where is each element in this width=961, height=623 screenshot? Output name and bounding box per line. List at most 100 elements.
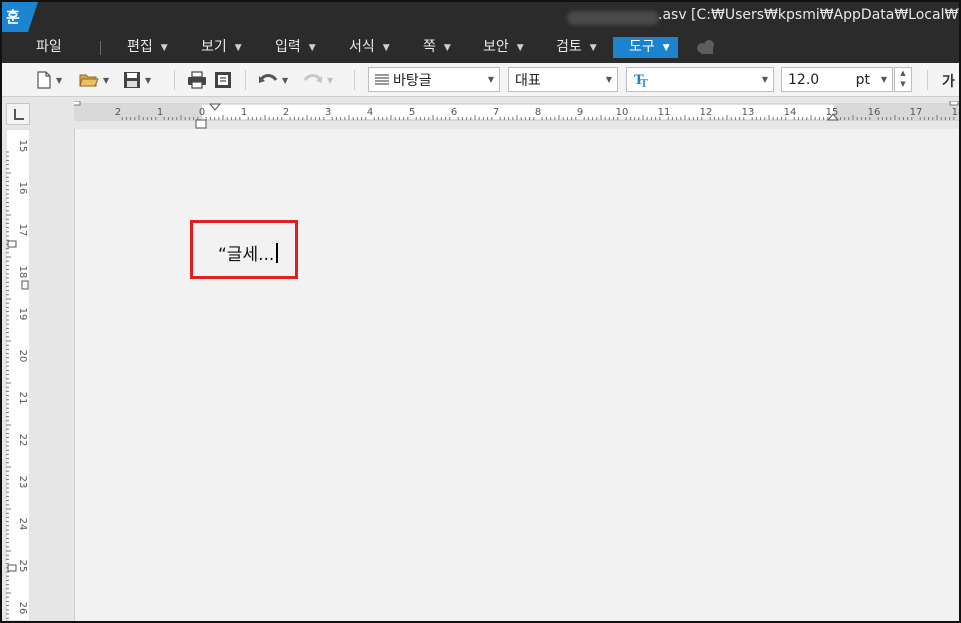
menu-edit-label: 편집: [127, 39, 153, 55]
ruler-label: 16: [868, 107, 881, 118]
chevron-down-icon: ▼: [160, 43, 168, 53]
toolbar-separator: [245, 70, 246, 90]
undo-button[interactable]: ▼: [258, 68, 288, 92]
menu-page-label: 쪽: [423, 39, 436, 55]
title-bar: 훈 .asv [C:₩Users₩kpsmi₩AppData₩Local₩T: [2, 2, 959, 32]
menu-file[interactable]: 파일: [36, 32, 62, 63]
paragraph-style-select[interactable]: 바탕글 ▼: [368, 67, 500, 92]
menu-file-label: 파일: [36, 39, 62, 55]
right-margin-marker[interactable]: [949, 101, 959, 106]
menu-review[interactable]: 검토 ▼: [556, 32, 597, 63]
svg-text:T: T: [640, 77, 649, 88]
chevron-down-icon: ▼: [56, 75, 63, 85]
chevron-down-icon: ▼: [443, 43, 451, 53]
menu-format[interactable]: 서식 ▼: [349, 32, 390, 63]
ruler-label: 11: [658, 107, 671, 118]
ruler-label: 4: [367, 107, 373, 118]
open-document-button[interactable]: ▼: [79, 68, 109, 92]
menu-edit[interactable]: 편집 ▼: [127, 32, 168, 63]
ruler-label: 8: [535, 107, 541, 118]
document-page[interactable]: [74, 129, 959, 621]
print-button[interactable]: [187, 68, 207, 92]
ruler-label: 21: [17, 392, 28, 405]
redo-icon: [303, 74, 322, 83]
ruler-label: 23: [17, 476, 28, 489]
font-size-unit: pt: [855, 71, 870, 88]
printer-icon: [188, 71, 206, 89]
font-language-value: 대표: [515, 72, 541, 89]
menu-page[interactable]: 쪽 ▼: [423, 32, 451, 63]
vertical-marker[interactable]: [21, 280, 29, 290]
vertical-ruler[interactable]: 15 16 17 18 19 20 21 22 23 24 25 26: [6, 129, 30, 621]
chevron-down-icon: ▼: [327, 75, 334, 85]
new-document-icon: [37, 71, 51, 89]
menu-insert[interactable]: 입력 ▼: [275, 32, 316, 63]
truetype-font-icon: T T: [634, 73, 649, 88]
font-size-stepper[interactable]: ▲ ▼: [894, 67, 912, 92]
ruler-label: 12: [700, 107, 713, 118]
menu-tools[interactable]: 도구 ▼: [613, 37, 678, 58]
ruler-label: 18: [952, 107, 959, 118]
menu-tools-label: 도구: [629, 39, 655, 55]
text-cursor: [276, 243, 279, 263]
font-language-select[interactable]: 대표 ▼: [508, 67, 618, 92]
ruler-label: 6: [451, 107, 457, 118]
menu-view[interactable]: 보기 ▼: [201, 32, 242, 63]
chevron-down-icon: ▼: [234, 43, 242, 53]
share-icon[interactable]: [695, 38, 717, 56]
paragraph-style-icon: [375, 73, 389, 85]
vertical-marker[interactable]: [7, 240, 17, 248]
menu-separator: [100, 41, 101, 55]
vertical-marker[interactable]: [7, 564, 17, 572]
menu-security[interactable]: 보안 ▼: [483, 32, 524, 63]
font-size-select[interactable]: 12.0 pt ▼: [781, 67, 893, 92]
font-name-select[interactable]: T T ▼: [626, 67, 774, 92]
ruler-label: 2: [283, 107, 289, 118]
menu-view-label: 보기: [201, 39, 227, 55]
chevron-down-icon: ▼: [145, 75, 152, 85]
ruler-label: 24: [17, 518, 28, 531]
ruler-label: 22: [17, 434, 28, 447]
ruler-label: 2: [115, 107, 121, 118]
folder-icon: [79, 74, 99, 87]
ruler-unit-toggle[interactable]: [6, 103, 30, 125]
left-margin-marker[interactable]: [74, 101, 81, 106]
app-logo-label: 훈: [6, 8, 20, 26]
menu-format-label: 서식: [349, 39, 375, 55]
toolbar-separator: [354, 70, 355, 90]
redo-button[interactable]: ▼: [303, 68, 333, 92]
chevron-down-icon: ▼: [308, 43, 316, 53]
menu-bar: 파일 편집 ▼ 보기 ▼ 입력 ▼ 서식 ▼ 쪽 ▼ 보안 ▼ 검토 ▼ 도구 ▼: [2, 32, 959, 63]
chevron-down-icon: ▼: [382, 43, 390, 53]
ruler-label: 17: [17, 224, 28, 237]
chevron-down-icon: ▼: [516, 43, 524, 53]
menu-insert-label: 입력: [275, 39, 301, 55]
ruler-label: 17: [910, 107, 923, 118]
undo-icon: [259, 74, 278, 83]
new-document-button[interactable]: ▼: [36, 68, 62, 92]
document-text-content: “글세...: [218, 245, 275, 265]
ruler-label: 26: [17, 602, 28, 615]
redacted-filename: [567, 11, 659, 25]
ruler-label: 0: [199, 107, 205, 118]
menu-security-label: 보안: [483, 39, 509, 55]
app-logo-icon[interactable]: 훈: [2, 2, 38, 32]
ruler-label: 20: [17, 350, 28, 363]
app-window: 훈 .asv [C:₩Users₩kpsmi₩AppData₩Local₩T 파…: [0, 0, 961, 623]
ruler-label: 14: [784, 107, 797, 118]
chevron-down-icon: ▼: [282, 75, 289, 85]
bold-text-button[interactable]: 가: [942, 71, 955, 91]
save-button[interactable]: ▼: [123, 68, 151, 92]
save-icon: [124, 72, 140, 88]
chevron-down-icon: ▼: [880, 75, 888, 84]
horizontal-ruler[interactable]: 210123456789101112131415161718: [74, 101, 959, 129]
document-text[interactable]: “글세...: [218, 240, 279, 265]
print-preview-button[interactable]: [214, 68, 232, 92]
ruler-label: 9: [577, 107, 583, 118]
toolbar-separator: [174, 70, 175, 90]
toolbar-separator: [927, 70, 928, 90]
left-indent-marker[interactable]: [195, 119, 207, 129]
chevron-down-icon: ▼: [103, 75, 110, 85]
chevron-down-icon: ▼: [605, 75, 613, 84]
ruler-label: 13: [742, 107, 755, 118]
